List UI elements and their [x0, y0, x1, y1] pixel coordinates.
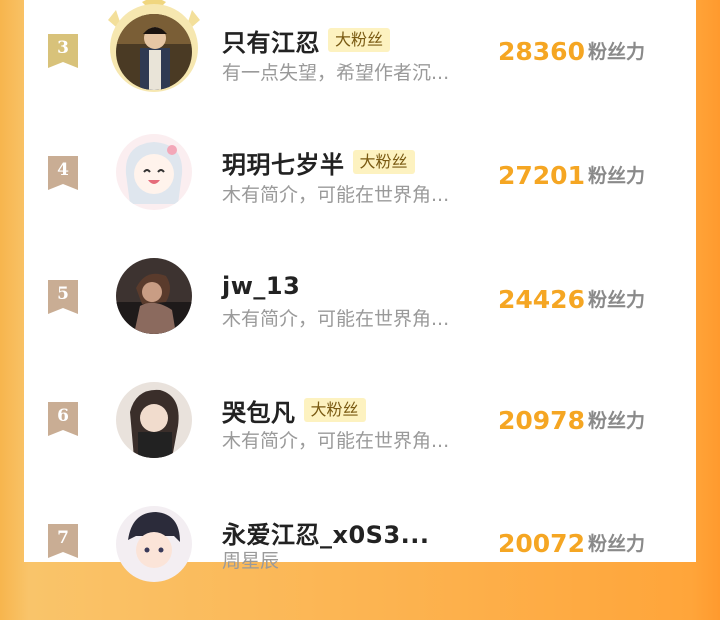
- rank-flag: 4: [48, 156, 78, 190]
- rank-flag: 5: [48, 280, 78, 314]
- ranking-row[interactable]: 4 玥玥七岁半 大粉丝 木有简介，可能在世界角... 27201 粉丝力: [24, 124, 696, 248]
- fan-badge: 大粉丝: [352, 150, 415, 174]
- user-description: 木有简介，可能在世界角...: [222, 184, 450, 206]
- fan-power-score: 28360: [498, 37, 585, 66]
- user-avatar[interactable]: [116, 258, 192, 334]
- fan-power-label: 粉丝力: [588, 165, 646, 187]
- user-description: 有一点失望，希望作者沉...: [222, 62, 450, 84]
- rank-flag: 7: [48, 524, 78, 558]
- ranking-row[interactable]: 3 只有江忍 大粉丝 有一点失望，希望作者沉... 28360 粉丝力: [24, 0, 696, 124]
- user-name[interactable]: 哭包凡: [222, 393, 296, 428]
- user-description: 木有简介，可能在世界角...: [222, 430, 450, 452]
- user-name[interactable]: 永爱江忍_x0S3...: [222, 515, 430, 550]
- fan-ranking-panel: 3 只有江忍 大粉丝 有一点失望，希望作者沉... 28360 粉丝力 4 玥玥…: [24, 0, 696, 582]
- user-name[interactable]: 只有江忍: [222, 23, 320, 58]
- user-avatar[interactable]: [116, 382, 192, 458]
- user-description: 木有简介，可能在世界角...: [222, 308, 450, 330]
- rank-flag: 6: [48, 402, 78, 436]
- fan-power-label: 粉丝力: [588, 410, 646, 432]
- user-name[interactable]: jw_13: [222, 272, 300, 300]
- rank-number: 7: [57, 528, 69, 548]
- rank-flag: 3: [48, 34, 78, 68]
- rank-number: 6: [57, 406, 69, 426]
- rank-number: 4: [57, 160, 69, 180]
- fan-power-score: 27201: [498, 161, 585, 190]
- ranking-row[interactable]: 7 永爱江忍_x0S3... 周星辰 20072 粉丝力: [24, 496, 696, 620]
- fan-power-score: 20072: [498, 529, 585, 558]
- fan-power-score: 20978: [498, 406, 585, 435]
- rank-number: 3: [57, 38, 69, 58]
- user-avatar[interactable]: [116, 14, 192, 90]
- user-description: 周星辰: [222, 550, 280, 572]
- fan-badge: 大粉丝: [328, 28, 391, 52]
- user-avatar[interactable]: [116, 134, 192, 210]
- user-avatar[interactable]: [116, 506, 192, 582]
- fan-badge: 大粉丝: [303, 398, 366, 422]
- ranking-row[interactable]: 5 jw_13 木有简介，可能在世界角... 24426 粉丝力: [24, 248, 696, 372]
- user-name[interactable]: 玥玥七岁半: [222, 145, 345, 180]
- fan-power-label: 粉丝力: [588, 533, 646, 555]
- rank-number: 5: [57, 284, 69, 304]
- fan-power-label: 粉丝力: [588, 41, 646, 63]
- ranking-row[interactable]: 6 哭包凡 大粉丝 木有简介，可能在世界角... 20978 粉丝力: [24, 372, 696, 496]
- fan-power-score: 24426: [498, 285, 585, 314]
- fan-power-label: 粉丝力: [588, 289, 646, 311]
